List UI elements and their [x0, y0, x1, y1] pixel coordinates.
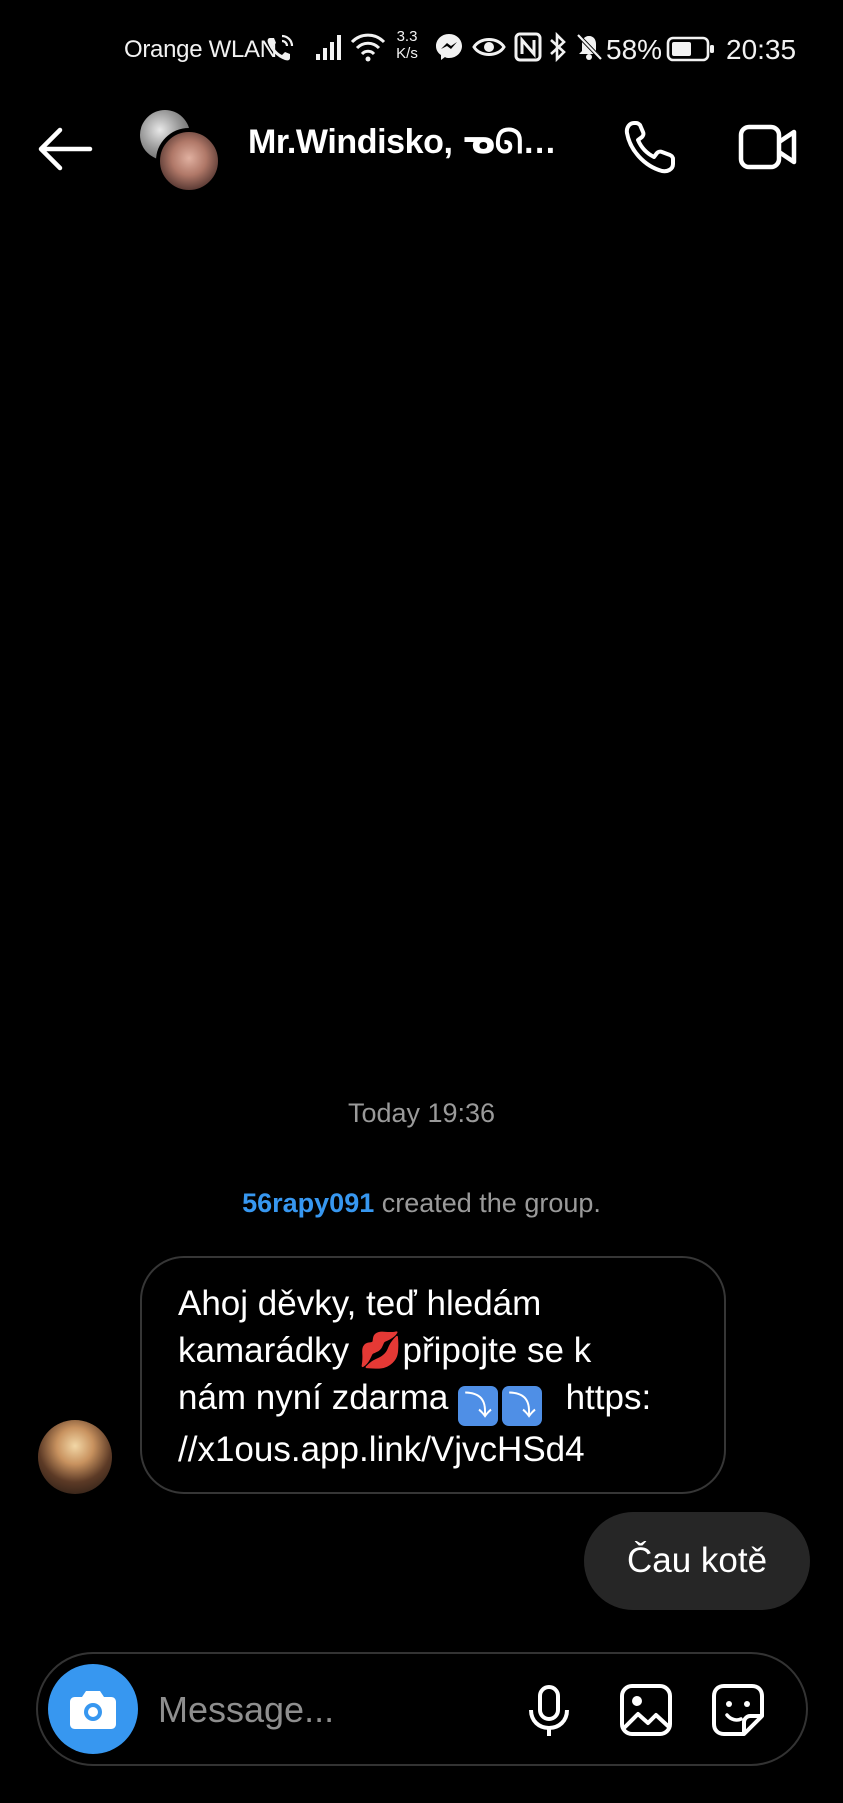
message-line: Ahoj děvky, teď hledám	[178, 1284, 542, 1323]
signal-icon	[316, 35, 341, 60]
creator-username-link[interactable]: 56rapy091	[242, 1188, 374, 1218]
message-composer	[36, 1652, 808, 1766]
status-bar: Orange WLAN 3.3 K/s 58% 20:35	[0, 0, 843, 100]
outgoing-message-bubble[interactable]: Čau kotě	[584, 1512, 810, 1610]
sender-avatar[interactable]	[38, 1420, 112, 1494]
messenger-icon	[436, 34, 462, 60]
gallery-button[interactable]	[618, 1682, 674, 1738]
group-created-notice: 56rapy091 created the group.	[0, 1188, 843, 1219]
network-speed-value: 3.3	[396, 28, 418, 45]
battery-percent: 58%	[606, 34, 663, 65]
audio-call-button[interactable]	[622, 118, 678, 176]
member-avatar-2	[156, 128, 222, 194]
back-button[interactable]	[36, 126, 94, 172]
message-text: nám nyní zdarma	[178, 1378, 459, 1417]
video-call-button[interactable]	[738, 122, 798, 172]
message-link-text[interactable]: //x1ous.app.link/VjvcHSd4	[178, 1426, 694, 1473]
chat-header: Mr.Windisko, ᓀᘏᐟᐟ…	[0, 100, 843, 200]
microphone-icon	[529, 1685, 569, 1736]
gallery-icon	[620, 1684, 672, 1736]
message-line: nám nyní zdarma ⤵ ⤵ https:	[178, 1374, 694, 1426]
arrow-down-emoji: ⤵	[502, 1386, 543, 1426]
sticker-icon	[712, 1684, 764, 1736]
bell-off-icon	[576, 33, 603, 61]
chat-title[interactable]: Mr.Windisko, ᓀᘏᐟᐟ…	[248, 122, 568, 162]
message-text: připojte se k	[402, 1331, 592, 1370]
incoming-message-bubble[interactable]: Ahoj děvky, teď hledám kamarádky 💋připoj…	[140, 1256, 726, 1494]
clock: 20:35	[726, 34, 797, 65]
video-camera-icon	[738, 124, 797, 170]
wifi-icon	[350, 33, 386, 62]
camera-icon	[70, 1691, 116, 1729]
kiss-emoji: 💋	[358, 1331, 403, 1370]
message-input[interactable]	[156, 1674, 490, 1746]
group-created-text: created the group.	[374, 1188, 601, 1218]
group-avatar[interactable]	[138, 108, 222, 194]
sticker-button[interactable]	[710, 1682, 766, 1738]
network-speed: 3.3 K/s	[390, 28, 424, 62]
network-speed-unit: K/s	[396, 45, 418, 62]
wifi-call-icon	[267, 34, 294, 61]
battery-icon	[666, 36, 714, 62]
bluetooth-icon	[550, 32, 566, 62]
voice-message-button[interactable]	[526, 1684, 572, 1738]
message-link-text[interactable]: https:	[546, 1378, 652, 1417]
message-text: kamarádky	[178, 1331, 359, 1370]
eye-icon	[472, 38, 506, 56]
phone-icon	[624, 121, 675, 174]
camera-button[interactable]	[48, 1664, 138, 1754]
arrow-down-emoji: ⤵	[458, 1386, 499, 1426]
message-line: kamarádky 💋připojte se k	[178, 1327, 694, 1374]
back-arrow-icon	[38, 127, 93, 171]
nfc-icon	[514, 32, 542, 62]
thread-timestamp: Today 19:36	[347, 1098, 496, 1128]
carrier-label: Orange WLAN	[124, 36, 277, 63]
